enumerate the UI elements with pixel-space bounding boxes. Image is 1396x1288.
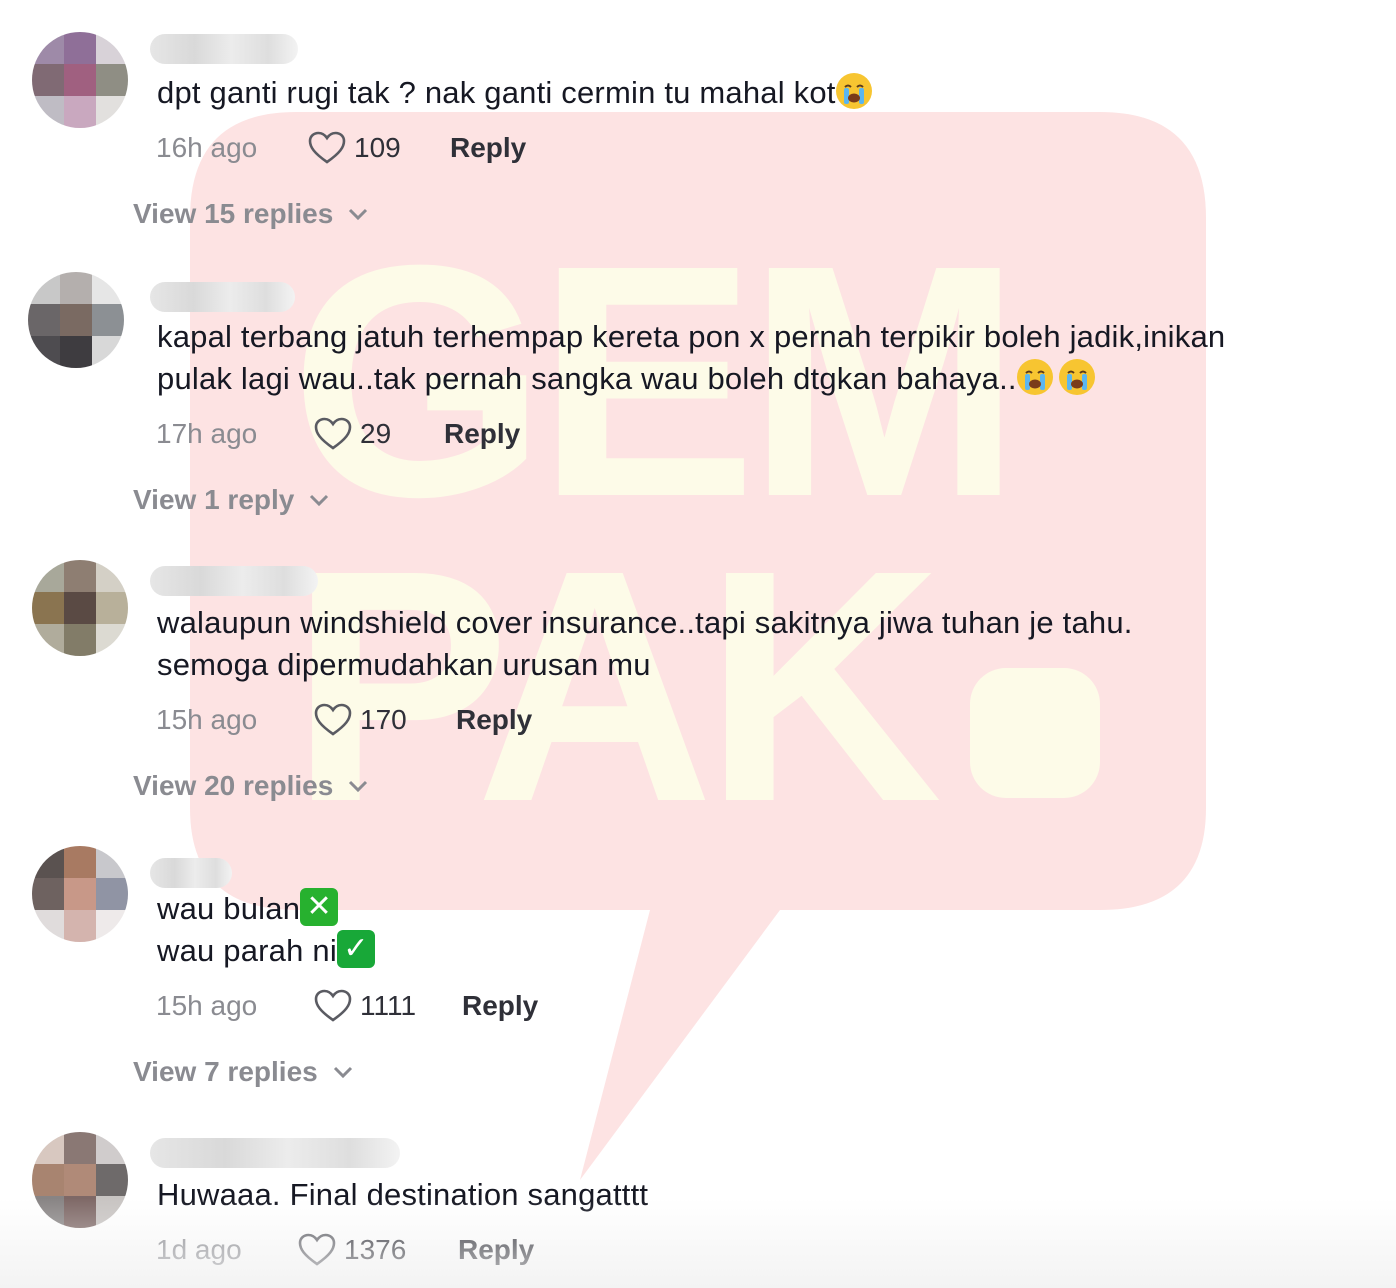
comment-time: 16h ago xyxy=(156,132,258,163)
avatar[interactable] xyxy=(28,272,124,368)
comment-meta: 15h ago 170 Reply xyxy=(156,700,532,740)
loudly-crying-face-icon xyxy=(835,73,872,109)
reply-button[interactable]: Reply xyxy=(450,132,526,164)
username-blurred[interactable] xyxy=(150,566,318,596)
comment-time: 17h ago xyxy=(156,418,258,449)
cross-mark-button-icon: ✕ xyxy=(300,888,339,926)
comment-text: kapal terbang jatuh terhempap kereta pon… xyxy=(157,319,1226,396)
avatar[interactable] xyxy=(32,846,128,942)
username-blurred[interactable] xyxy=(150,1138,400,1168)
reply-button[interactable]: Reply xyxy=(444,418,520,450)
comment-text: wau bulan ✕ wau parah ni ✓ xyxy=(157,888,1357,972)
comment-meta: 1d ago 1376 Reply xyxy=(156,1230,534,1270)
heart-icon xyxy=(314,989,352,1022)
like-button[interactable]: 109 xyxy=(308,131,450,165)
reply-button[interactable]: Reply xyxy=(462,990,538,1022)
like-button[interactable]: 1376 xyxy=(298,1233,458,1267)
comment-time: 15h ago xyxy=(156,990,258,1021)
username-blurred[interactable] xyxy=(150,282,295,312)
like-count: 29 xyxy=(360,418,392,449)
username-blurred[interactable] xyxy=(150,34,298,64)
avatar[interactable] xyxy=(32,1132,128,1228)
like-button[interactable]: 1111 xyxy=(314,989,462,1023)
like-count: 1111 xyxy=(360,990,417,1021)
loudly-crying-face-icon xyxy=(1058,359,1095,395)
heart-icon xyxy=(298,1233,336,1266)
username-blurred[interactable] xyxy=(150,858,232,888)
like-button[interactable]: 29 xyxy=(314,417,444,451)
view-replies-button[interactable]: View 1 reply xyxy=(133,484,330,516)
view-replies-button[interactable]: View 7 replies xyxy=(133,1056,354,1088)
like-count: 170 xyxy=(360,704,407,735)
heart-icon xyxy=(314,703,352,736)
chevron-down-icon xyxy=(349,208,368,221)
heart-icon xyxy=(314,417,352,450)
comment-meta: 16h ago 109 Reply xyxy=(156,128,526,168)
loudly-crying-face-icon xyxy=(1016,359,1053,395)
reply-button[interactable]: Reply xyxy=(458,1234,534,1266)
comment-text: Huwaaa. Final destination sangatttt xyxy=(157,1177,649,1212)
view-replies-button[interactable]: View 15 replies xyxy=(133,198,369,230)
comment-text: dpt ganti rugi tak ? nak ganti cermin tu… xyxy=(157,72,1357,114)
chevron-down-icon xyxy=(349,780,368,793)
comment-time: 1d ago xyxy=(156,1234,242,1265)
heart-icon xyxy=(308,131,346,164)
comment-time: 15h ago xyxy=(156,704,258,735)
comment-meta: 17h ago 29 Reply xyxy=(156,414,520,454)
like-count: 109 xyxy=(354,132,401,163)
view-replies-button[interactable]: View 20 replies xyxy=(133,770,369,802)
avatar[interactable] xyxy=(32,32,128,128)
check-mark-button-icon: ✓ xyxy=(336,930,375,968)
like-count: 1376 xyxy=(344,1234,407,1265)
chevron-down-icon xyxy=(333,1066,352,1079)
comment-text: walaupun windshield cover insurance..tap… xyxy=(157,605,1133,682)
avatar[interactable] xyxy=(32,560,128,656)
like-button[interactable]: 170 xyxy=(314,703,456,737)
comment-meta: 15h ago 1111 Reply xyxy=(156,986,538,1026)
chevron-down-icon xyxy=(310,494,329,507)
reply-button[interactable]: Reply xyxy=(456,704,532,736)
